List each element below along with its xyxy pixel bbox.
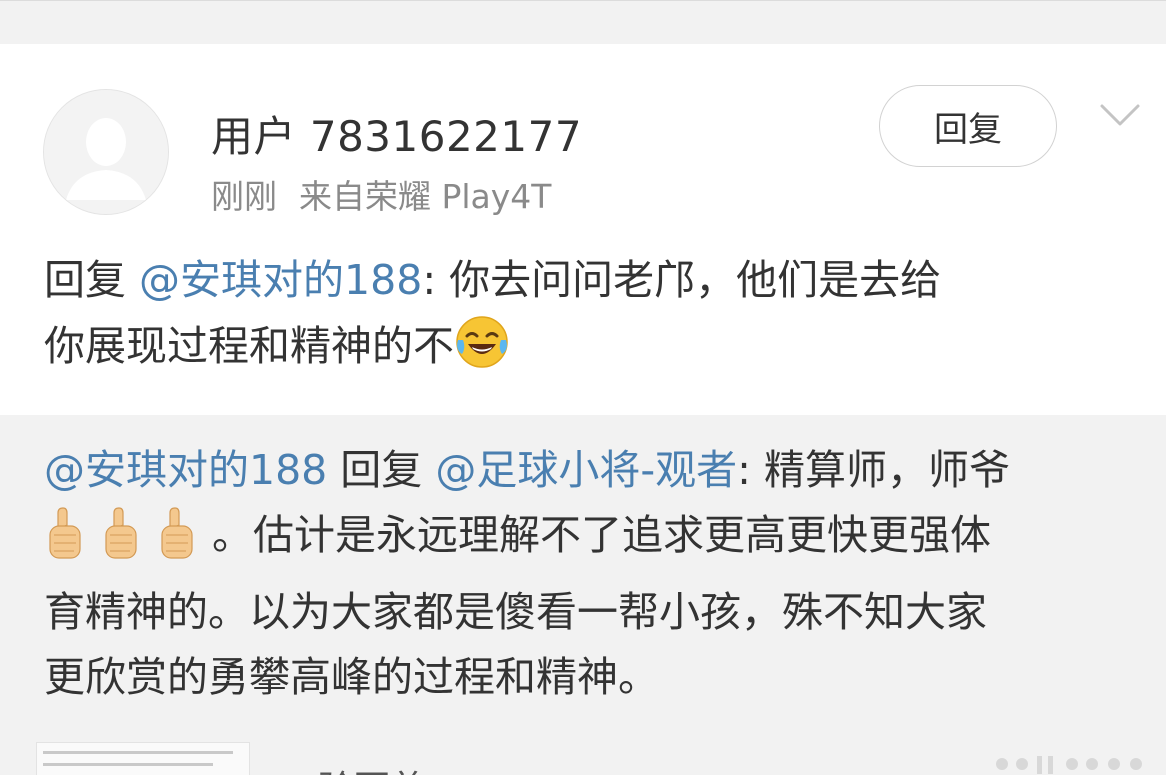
comment-meta: 刚刚 来自荣耀 Play4T: [211, 170, 551, 218]
quoted-text: @安琪对的188 回复 @足球小将-观者: 精算师，师爷 。估计是永远理解不了追…: [44, 438, 1129, 710]
quoted-text-line2: 。估计是永远理解不了追求更高更快更强体: [212, 511, 991, 559]
quoted-text-line4: 更欣赏的勇攀高峰的过程和精神。: [44, 653, 659, 701]
chevron-down-icon[interactable]: [1099, 102, 1141, 130]
comment-text-line2: 你展现过程和精神的不: [44, 322, 454, 370]
watermark-dots-icon: [996, 756, 1142, 774]
preview-text-line: [43, 751, 233, 754]
preview-caption: 验更着: [318, 760, 426, 775]
quoted-target-mention[interactable]: @足球小将-观者: [435, 446, 737, 494]
image-preview-thumbnail[interactable]: [36, 742, 250, 775]
comment-body: 回复 @安琪对的188: 你去问问老邝，他们是去给 你展现过程和精神的不: [44, 247, 1124, 389]
username[interactable]: 用户 7831622177: [211, 103, 582, 164]
default-avatar-icon: [44, 90, 168, 214]
quoted-text-line1: : 精算师，师爷: [737, 446, 1010, 494]
reply-prefix: 回复: [44, 256, 140, 304]
comment-source: 来自荣耀 Play4T: [299, 177, 552, 216]
weibo-comment-page: 用户 7831622177 刚刚 来自荣耀 Play4T 回复 回复 @安琪对的1…: [0, 0, 1166, 775]
avatar[interactable]: [43, 89, 169, 215]
quoted-author-mention[interactable]: @安琪对的188: [44, 446, 327, 494]
laugh-cry-emoji-icon: [454, 314, 510, 389]
thumbs-up-emoji-icon: [100, 507, 142, 580]
comment-time: 刚刚: [211, 177, 277, 216]
reply-button[interactable]: 回复: [879, 85, 1057, 167]
quoted-text-line3: 育精神的。以为大家都是傻看一帮小孩，殊不知大家: [44, 588, 987, 636]
quoted-reply-word: 回复: [327, 446, 436, 494]
thumbs-up-emoji-icon: [44, 507, 86, 580]
preview-text-line: [43, 763, 213, 766]
thumbs-up-emoji-icon: [156, 507, 198, 580]
top-divider-strip: [0, 0, 1166, 45]
comment-text-line1: : 你去问问老邝，他们是去给: [422, 256, 942, 304]
mention-link[interactable]: @安琪对的188: [139, 256, 422, 304]
